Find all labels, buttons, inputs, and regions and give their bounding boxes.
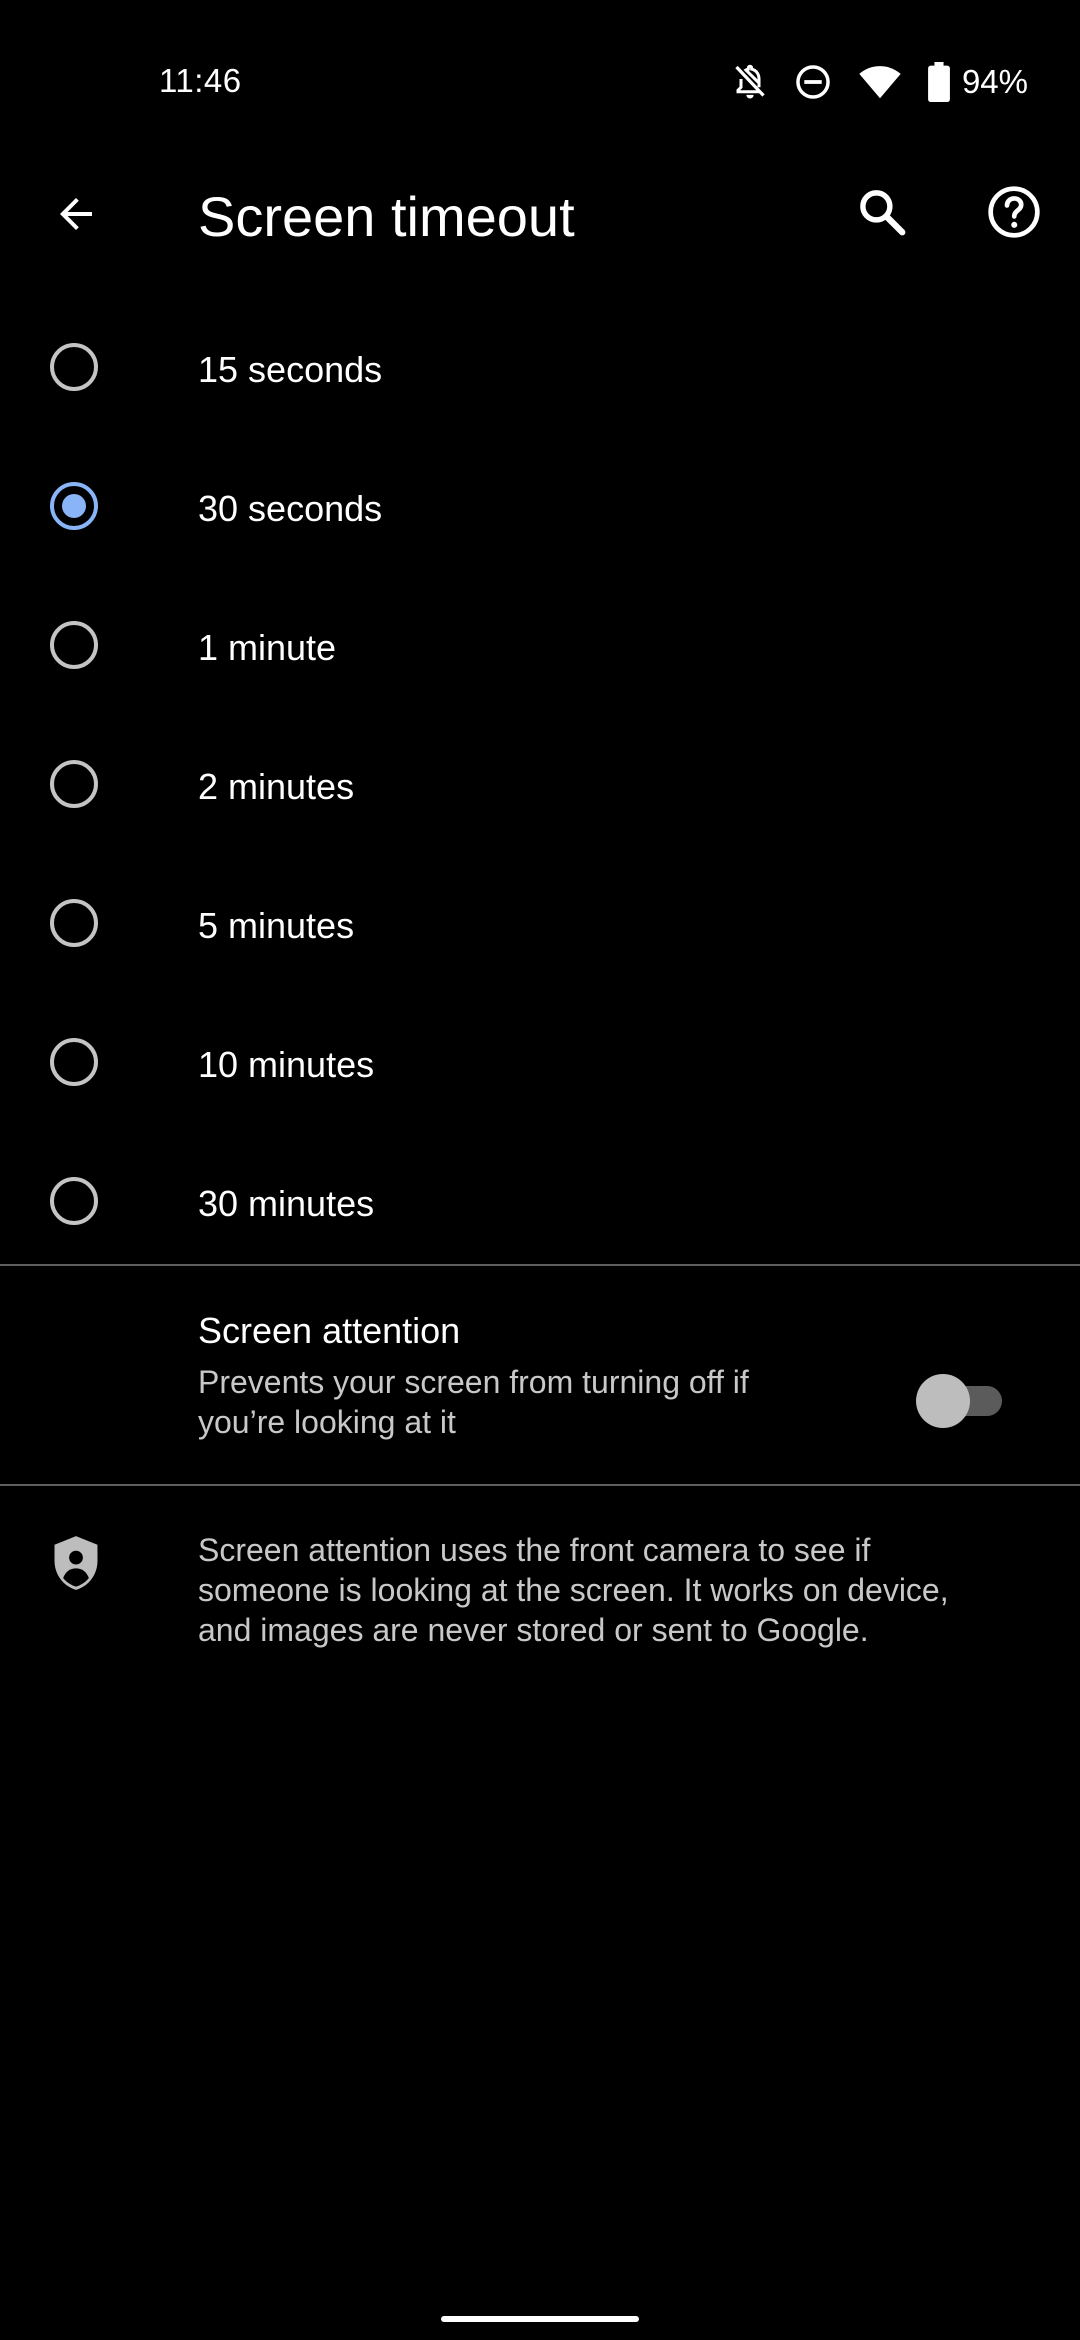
timeout-option-2-minutes[interactable]: 2 minutes — [0, 717, 1080, 856]
search-button[interactable] — [846, 178, 918, 250]
battery-percent: 94% — [961, 63, 1028, 100]
screen-attention-title: Screen attention — [198, 1310, 461, 1351]
timeout-option-15-seconds[interactable]: 15 seconds — [0, 300, 1080, 439]
battery-icon — [928, 62, 950, 102]
timeout-options-list: 15 seconds 30 seconds 1 minute 2 minutes… — [0, 300, 1080, 1273]
divider — [0, 1484, 1080, 1486]
home-indicator[interactable] — [441, 2316, 639, 2322]
screen-attention-summary: Prevents your screen from turning off if… — [198, 1364, 749, 1440]
status-bar: 11:46 94% — [0, 0, 1080, 170]
timeout-option-label: 1 minute — [198, 627, 337, 668]
radio-button-selected[interactable] — [50, 482, 98, 530]
help-icon — [986, 184, 1042, 245]
timeout-option-label: 5 minutes — [198, 905, 355, 946]
radio-button[interactable] — [50, 1038, 98, 1086]
timeout-option-label: 30 minutes — [198, 1183, 375, 1224]
status-time: 11:46 — [159, 62, 242, 99]
toggle-thumb — [916, 1374, 970, 1428]
do-not-disturb-icon — [794, 63, 832, 101]
back-arrow-icon — [52, 190, 100, 243]
page-title: Screen timeout — [198, 185, 575, 248]
timeout-option-label: 30 seconds — [198, 488, 383, 529]
timeout-option-label: 10 minutes — [198, 1044, 375, 1085]
wifi-icon — [858, 64, 902, 100]
radio-button[interactable] — [50, 899, 98, 947]
timeout-option-5-minutes[interactable]: 5 minutes — [0, 856, 1080, 995]
screen-attention-toggle[interactable] — [916, 1372, 1008, 1428]
privacy-info-text: Screen attention uses the front camera t… — [198, 1532, 949, 1648]
toolbar: Screen timeout — [0, 170, 1080, 260]
screen-attention-setting[interactable]: Screen attention Prevents your screen fr… — [0, 1266, 1080, 1484]
radio-button[interactable] — [50, 1177, 98, 1225]
timeout-option-30-minutes[interactable]: 30 minutes — [0, 1134, 1080, 1273]
timeout-option-30-seconds[interactable]: 30 seconds — [0, 439, 1080, 578]
timeout-option-label: 15 seconds — [198, 349, 383, 390]
timeout-option-10-minutes[interactable]: 10 minutes — [0, 995, 1080, 1134]
radio-button[interactable] — [50, 343, 98, 391]
status-icons: 94% — [732, 60, 1028, 104]
help-button[interactable] — [978, 178, 1050, 250]
privacy-shield-icon — [50, 1534, 102, 1592]
search-icon — [855, 185, 909, 244]
notifications-off-icon — [732, 62, 768, 102]
timeout-option-label: 2 minutes — [198, 766, 355, 807]
radio-button[interactable] — [50, 760, 98, 808]
radio-button[interactable] — [50, 621, 98, 669]
back-button[interactable] — [40, 180, 112, 252]
timeout-option-1-minute[interactable]: 1 minute — [0, 578, 1080, 717]
